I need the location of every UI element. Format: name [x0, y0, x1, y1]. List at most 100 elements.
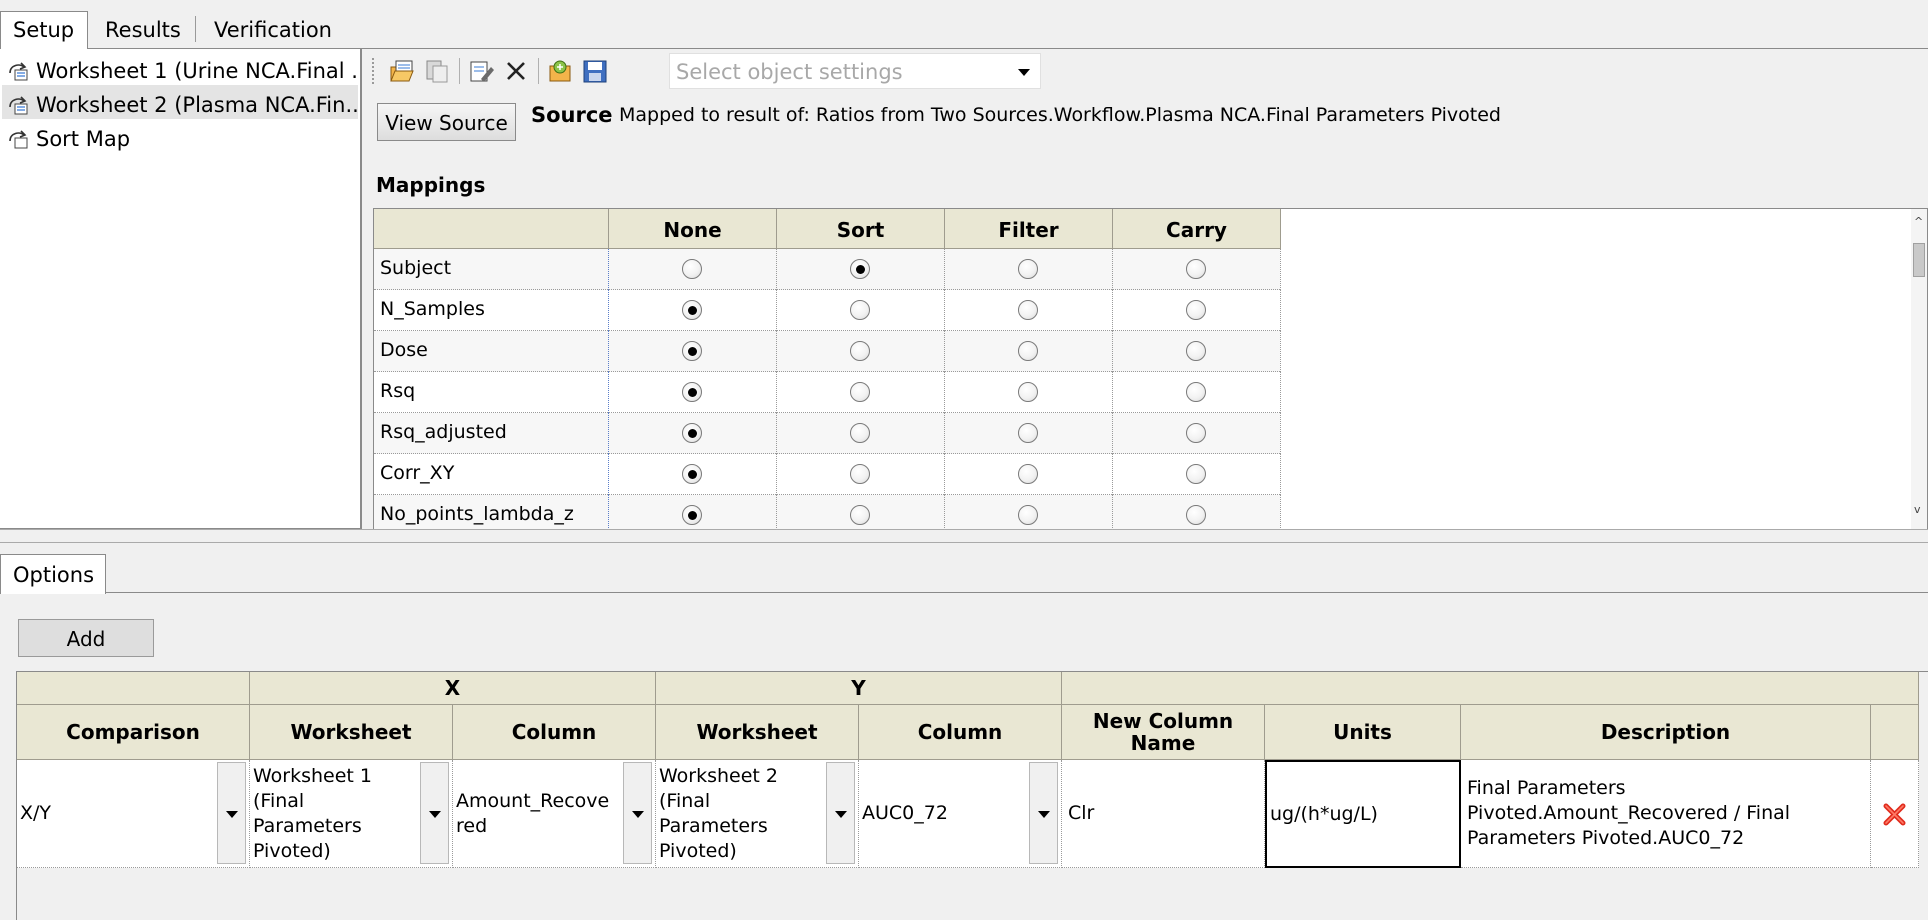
chevron-down-icon[interactable] — [217, 762, 246, 864]
chevron-down-icon[interactable] — [826, 762, 855, 864]
object-settings-select[interactable]: Select object settings — [669, 53, 1041, 89]
new-column-name-field[interactable]: Clr — [1062, 760, 1265, 868]
comparison-dropdown[interactable]: X/Y — [17, 760, 250, 868]
radio-filter[interactable] — [1018, 259, 1038, 279]
radio-carry[interactable] — [1186, 259, 1206, 279]
mapping-label-cell — [374, 290, 609, 331]
x-worksheet-dropdown[interactable]: Worksheet 1 (Final Parameters Pivoted) — [250, 760, 453, 868]
add-button[interactable]: Add — [18, 619, 154, 657]
tab-options[interactable]: Options — [0, 554, 106, 594]
mapping-cell-sort — [777, 290, 945, 331]
mapping-label-cell — [374, 249, 609, 290]
mapping-cell-none — [609, 413, 777, 454]
radio-filter[interactable] — [1018, 505, 1038, 525]
radio-carry[interactable] — [1186, 423, 1206, 443]
scrollbar-thumb[interactable] — [1913, 243, 1925, 277]
paste-icon[interactable] — [421, 55, 453, 87]
header-x-worksheet[interactable]: Worksheet — [250, 705, 453, 760]
header-y-worksheet[interactable]: Worksheet — [656, 705, 859, 760]
radio-none[interactable] — [682, 341, 702, 361]
header-none[interactable]: None — [609, 209, 777, 249]
units-field[interactable]: ug/(h*ug/L) — [1265, 760, 1461, 868]
mapping-cell-none — [609, 249, 777, 290]
delete-row-button[interactable] — [1871, 760, 1919, 868]
radio-carry[interactable] — [1186, 341, 1206, 361]
chevron-down-icon[interactable] — [1029, 762, 1058, 864]
x-column-dropdown[interactable]: Amount_Recovered — [453, 760, 656, 868]
delete-icon[interactable] — [500, 55, 532, 87]
radio-filter[interactable] — [1018, 464, 1038, 484]
delete-row-icon[interactable] — [1882, 801, 1908, 827]
radio-sort[interactable] — [850, 464, 870, 484]
chevron-down-icon[interactable] — [623, 762, 652, 864]
mapping-label-cell — [374, 495, 609, 529]
radio-filter[interactable] — [1018, 423, 1038, 443]
tab-results[interactable]: Results — [93, 12, 193, 49]
radio-sort[interactable] — [850, 300, 870, 320]
header-y-column[interactable]: Column — [859, 705, 1062, 760]
mapping-row: Corr_XY — [374, 454, 1281, 495]
scroll-up-icon[interactable]: ^ — [1914, 215, 1923, 228]
edit-icon[interactable] — [465, 55, 497, 87]
radio-none[interactable] — [682, 423, 702, 443]
mapping-cell-sort — [777, 495, 945, 529]
tree-item-label: Sort Map — [36, 127, 131, 151]
header-filter[interactable]: Filter — [945, 209, 1113, 249]
tree-item-worksheet-2[interactable]: Worksheet 2 (Plasma NCA.Fin... — [2, 85, 358, 119]
radio-carry[interactable] — [1186, 464, 1206, 484]
import-settings-icon[interactable] — [544, 55, 576, 87]
mappings-scrollbar[interactable]: ^ v — [1911, 209, 1927, 529]
save-settings-icon[interactable] — [579, 55, 611, 87]
scroll-down-icon[interactable]: v — [1914, 503, 1921, 516]
tree-item-sort-map[interactable]: Sort Map — [2, 119, 358, 153]
radio-sort[interactable] — [850, 341, 870, 361]
radio-sort[interactable] — [850, 382, 870, 402]
group-header-y: Y — [656, 672, 1062, 705]
chevron-down-icon[interactable] — [1018, 69, 1030, 76]
radio-sort[interactable] — [850, 259, 870, 279]
y-worksheet-dropdown[interactable]: Worksheet 2 (Final Parameters Pivoted) — [656, 760, 859, 868]
chevron-down-icon[interactable] — [420, 762, 449, 864]
radio-carry[interactable] — [1186, 300, 1206, 320]
view-source-button[interactable]: View Source — [377, 103, 516, 141]
tree-item-worksheet-1[interactable]: Worksheet 1 (Urine NCA.Final ... — [2, 51, 358, 85]
header-comparison[interactable]: Comparison — [17, 705, 250, 760]
radio-none[interactable] — [682, 505, 702, 525]
radio-none[interactable] — [682, 382, 702, 402]
tab-verification[interactable]: Verification — [202, 12, 344, 49]
mapping-row: N_Samples — [374, 290, 1281, 331]
header-x-column[interactable]: Column — [453, 705, 656, 760]
mapping-cell-carry — [1113, 331, 1281, 372]
radio-carry[interactable] — [1186, 505, 1206, 525]
header-description[interactable]: Description — [1461, 705, 1871, 760]
mapping-cell-carry — [1113, 372, 1281, 413]
comparison-value: X/Y — [20, 802, 52, 824]
open-icon[interactable] — [386, 55, 418, 87]
header-new-column-name[interactable]: New Column Name — [1062, 705, 1265, 760]
header-carry[interactable]: Carry — [1113, 209, 1281, 249]
source-label: Source — [531, 103, 613, 127]
mappings-title: Mappings — [376, 173, 486, 197]
mapping-label-cell — [374, 454, 609, 495]
header-units[interactable]: Units — [1265, 705, 1461, 760]
radio-filter[interactable] — [1018, 341, 1038, 361]
radio-sort[interactable] — [850, 423, 870, 443]
mapping-row: Dose — [374, 331, 1281, 372]
radio-filter[interactable] — [1018, 300, 1038, 320]
radio-sort[interactable] — [850, 505, 870, 525]
y-column-dropdown[interactable]: AUC0_72 — [859, 760, 1062, 868]
radio-none[interactable] — [682, 300, 702, 320]
tab-setup[interactable]: Setup — [0, 11, 88, 49]
radio-filter[interactable] — [1018, 382, 1038, 402]
panel-splitter[interactable] — [0, 529, 1928, 543]
radio-none[interactable] — [682, 259, 702, 279]
tab-divider — [195, 16, 196, 42]
description-field[interactable]: Final Parameters Pivoted.Amount_Recovere… — [1461, 760, 1871, 868]
mapping-cell-filter — [945, 290, 1113, 331]
radio-none[interactable] — [682, 464, 702, 484]
mapping-cell-sort — [777, 454, 945, 495]
radio-carry[interactable] — [1186, 382, 1206, 402]
worksheet-link-icon — [6, 93, 34, 117]
x-column-value: Amount_Recovered — [456, 789, 610, 837]
header-sort[interactable]: Sort — [777, 209, 945, 249]
